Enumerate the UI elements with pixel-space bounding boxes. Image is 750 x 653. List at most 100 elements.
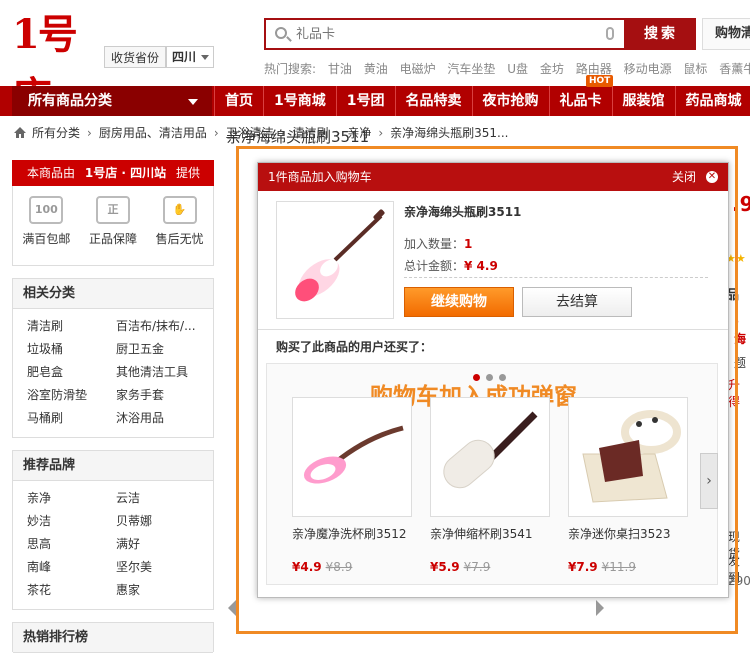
brand-link[interactable]: 妙洁 bbox=[27, 512, 116, 530]
popup-title: 1件商品加入购物车 bbox=[268, 170, 372, 184]
brand-link[interactable]: 坚尔美 bbox=[116, 558, 216, 576]
cart-button[interactable]: 购物清 bbox=[702, 18, 750, 50]
category-link[interactable]: 厨卫五金 bbox=[116, 340, 216, 358]
category-link[interactable]: 清洁刷 bbox=[27, 317, 116, 335]
hot-term[interactable]: 鼠标 bbox=[683, 62, 707, 76]
category-link[interactable]: 百洁布/抹布/... bbox=[116, 317, 216, 335]
hot-search-bar: 热门搜索: 甘油 黄油 电磁炉 汽车坐垫 U盘 金坊 路由器 移动电源 鼠标 香… bbox=[264, 60, 750, 77]
checkout-button[interactable]: 去结算 bbox=[522, 287, 632, 317]
category-link[interactable]: 马桶刷 bbox=[27, 409, 116, 427]
related-category-list: 清洁刷 百洁布/抹布/... 垃圾桶 厨卫五金 肥皂盒 其他清洁工具 浴室防滑垫… bbox=[13, 309, 213, 427]
hot-term[interactable]: 香薰牛 bbox=[719, 62, 750, 76]
quantity-label: 加入数量： bbox=[404, 237, 464, 251]
chevron-down-icon bbox=[201, 55, 209, 60]
search-input[interactable] bbox=[296, 20, 596, 48]
hot-term[interactable]: 电磁炉 bbox=[400, 62, 436, 76]
recommended-brands-panel: 推荐品牌 亲净 云洁 妙洁 贝蒂娜 思高 满好 南峰 坚尔美 茶花 惠家 bbox=[12, 450, 214, 610]
handshake-icon: ✋ bbox=[163, 196, 197, 224]
nav-item-apparel[interactable]: 服装馆 bbox=[612, 86, 675, 116]
hot-term[interactable]: 汽车坐垫 bbox=[447, 62, 495, 76]
shop-name[interactable]: 1号店 · 四川站 bbox=[85, 166, 166, 180]
hot-term[interactable]: 移动电源 bbox=[624, 62, 672, 76]
brand-link[interactable]: 南峰 bbox=[27, 558, 116, 576]
microphone-icon[interactable] bbox=[606, 27, 614, 40]
bottle-brush-image bbox=[277, 202, 393, 318]
region-select[interactable]: 四川 bbox=[166, 46, 214, 68]
product-name[interactable]: 亲净海绵头瓶刷3511 bbox=[404, 203, 521, 220]
category-link[interactable]: 家务手套 bbox=[116, 386, 216, 404]
recommendation-item[interactable]: 亲净伸缩杯刷3541 ¥5.9 ¥7.9 bbox=[430, 397, 552, 574]
brand-link[interactable]: 满好 bbox=[116, 535, 216, 553]
search-button[interactable]: 搜索 bbox=[626, 18, 696, 50]
product-thumbnail[interactable] bbox=[276, 201, 394, 319]
hot-term[interactable]: 黄油 bbox=[364, 62, 388, 76]
search-box[interactable] bbox=[264, 18, 626, 50]
nav-item-mall[interactable]: 1号商城 bbox=[263, 86, 336, 116]
category-link[interactable]: 浴室防滑垫 bbox=[27, 386, 116, 404]
nav-item-pharmacy[interactable]: 药品商城 bbox=[675, 86, 750, 116]
thumb-prev-arrow[interactable] bbox=[228, 600, 236, 616]
region-value: 四川 bbox=[172, 50, 196, 64]
site-logo[interactable]: 1号店 bbox=[12, 4, 98, 66]
reco-image[interactable] bbox=[568, 397, 688, 517]
close-label: 关闭 bbox=[672, 163, 696, 191]
category-link[interactable]: 其他清洁工具 bbox=[116, 363, 216, 381]
reco-price-row: ¥7.9¥11.9 bbox=[568, 560, 690, 574]
guarantee-authentic: 正 正品保障 bbox=[80, 186, 147, 265]
total-row: 总计金额：¥ 4.9 bbox=[404, 257, 498, 274]
hot-term[interactable]: 甘油 bbox=[328, 62, 352, 76]
continue-shopping-button[interactable]: 继续购物 bbox=[404, 287, 514, 317]
nav-item-home[interactable]: 首页 bbox=[214, 86, 263, 116]
brand-link[interactable]: 贝蒂娜 bbox=[116, 512, 216, 530]
nav-item-brand-sale[interactable]: 名品特卖 bbox=[395, 86, 472, 116]
recommendation-item[interactable]: 亲净迷你桌扫3523 ¥7.9¥11.9 bbox=[568, 397, 690, 574]
reco-name[interactable]: 亲净伸缩杯刷3541 bbox=[430, 525, 552, 542]
cup-brush-image bbox=[293, 398, 411, 516]
brand-link[interactable]: 思高 bbox=[27, 535, 116, 553]
shop-header: 本商品由 1号店 · 四川站 提供 bbox=[12, 160, 214, 186]
reco-price: ¥4.9 bbox=[292, 560, 322, 574]
home-icon[interactable] bbox=[14, 127, 26, 138]
reco-name[interactable]: 亲净迷你桌扫3523 bbox=[568, 525, 690, 542]
nav-item-night-market[interactable]: 夜市抢购 bbox=[472, 86, 549, 116]
chevron-down-icon bbox=[188, 99, 198, 105]
nav-item-group[interactable]: 1号团 bbox=[336, 86, 395, 116]
reco-price: ¥5.9 bbox=[430, 560, 460, 574]
reco-image[interactable] bbox=[430, 397, 550, 517]
reco-image[interactable] bbox=[292, 397, 412, 517]
total-label: 总计金额： bbox=[404, 259, 464, 273]
brand-link[interactable]: 惠家 bbox=[116, 581, 216, 599]
close-icon[interactable]: ✕ bbox=[706, 171, 718, 183]
region-label: 收货省份 bbox=[104, 46, 166, 68]
all-categories-label: 所有商品分类 bbox=[28, 93, 112, 109]
reco-price-row: ¥4.9¥8.9 bbox=[292, 560, 414, 574]
divider bbox=[258, 329, 728, 330]
guarantee-after-sales: ✋ 售后无忧 bbox=[146, 186, 213, 265]
nav-item-gift-card[interactable]: 礼品卡 bbox=[549, 86, 612, 116]
popup-close-button[interactable]: 关闭 ✕ bbox=[672, 163, 718, 191]
reco-name[interactable]: 亲净魔净洗杯刷3512 bbox=[292, 525, 414, 542]
hot-term[interactable]: 路由器 bbox=[576, 62, 612, 76]
ranking-panel: 热销排行榜 bbox=[12, 622, 214, 652]
panel-title: 推荐品牌 bbox=[13, 451, 213, 481]
brand-link[interactable]: 亲净 bbox=[27, 489, 116, 507]
mini-dustpan-image bbox=[569, 398, 687, 516]
breadcrumb-item[interactable]: 厨房用品、清洁用品 bbox=[99, 124, 207, 141]
category-link[interactable]: 肥皂盒 bbox=[27, 363, 116, 381]
brand-link[interactable]: 云洁 bbox=[116, 489, 216, 507]
breadcrumb-current: 亲净海绵头瓶刷351... bbox=[390, 124, 508, 141]
shield-icon: 正 bbox=[96, 196, 130, 224]
all-categories-menu[interactable]: 所有商品分类 bbox=[12, 86, 212, 116]
guarantee-label: 售后无忧 bbox=[146, 230, 213, 247]
chevron-right-icon[interactable]: › bbox=[700, 453, 718, 509]
quantity-row: 加入数量：1 bbox=[404, 235, 472, 252]
reco-old-price: ¥7.9 bbox=[464, 560, 491, 574]
guarantee-strip: 100 满百包邮 正 正品保障 ✋ 售后无忧 bbox=[12, 186, 214, 266]
hot-term[interactable]: 金坊 bbox=[540, 62, 564, 76]
category-link[interactable]: 垃圾桶 bbox=[27, 340, 116, 358]
category-link[interactable]: 沐浴用品 bbox=[116, 409, 216, 427]
brand-link[interactable]: 茶花 bbox=[27, 581, 116, 599]
breadcrumb-item[interactable]: 所有分类 bbox=[32, 124, 80, 141]
hot-term[interactable]: U盘 bbox=[507, 62, 528, 76]
recommendation-item[interactable]: 亲净魔净洗杯刷3512 ¥4.9¥8.9 bbox=[292, 397, 414, 574]
